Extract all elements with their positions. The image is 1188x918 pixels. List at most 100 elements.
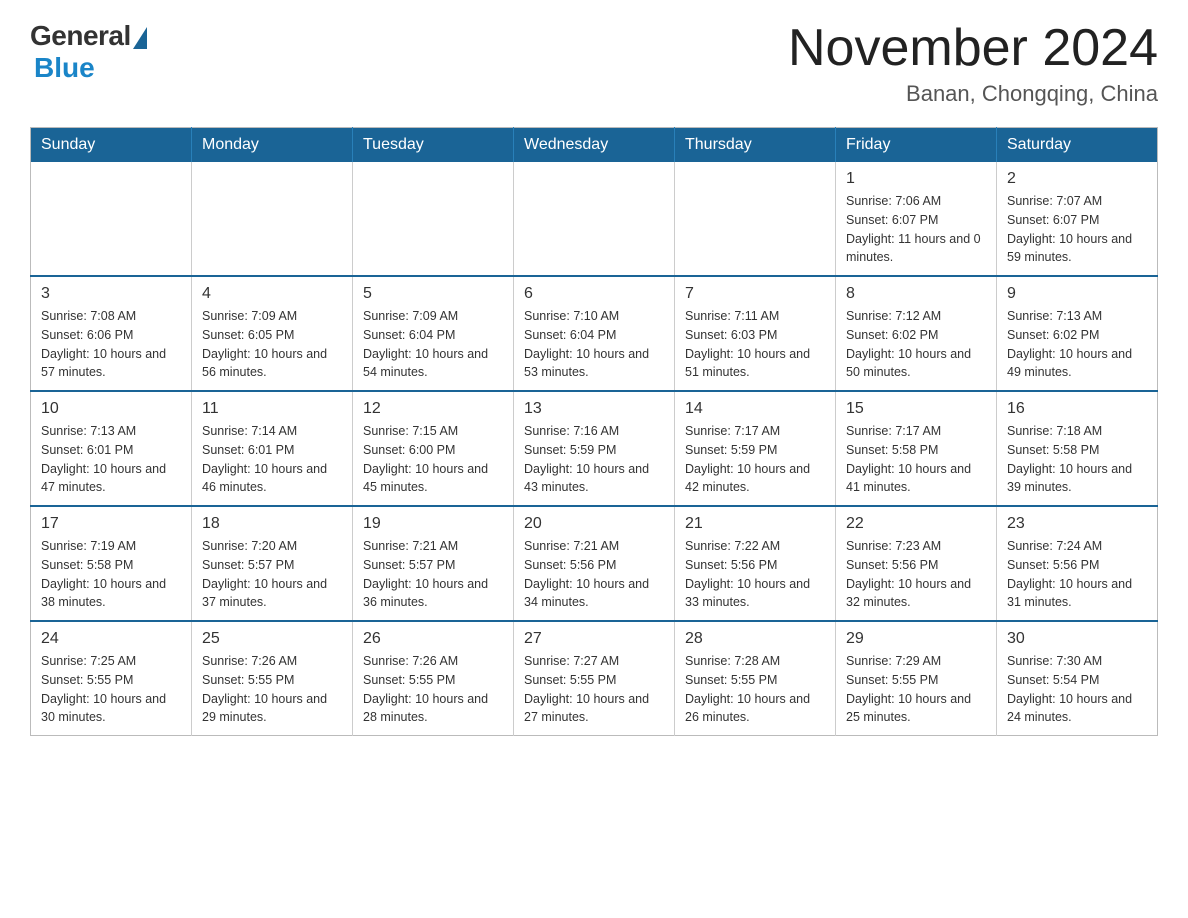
day-info: Sunrise: 7:25 AMSunset: 5:55 PMDaylight:… (41, 652, 181, 727)
day-info: Sunrise: 7:14 AMSunset: 6:01 PMDaylight:… (202, 422, 342, 497)
weekday-header-monday: Monday (192, 128, 353, 163)
day-number: 11 (202, 400, 342, 418)
calendar-day-cell: 28 Sunrise: 7:28 AMSunset: 5:55 PMDayligh… (675, 621, 836, 736)
day-info: Sunrise: 7:15 AMSunset: 6:00 PMDaylight:… (363, 422, 503, 497)
calendar-week-row: 1Sunrise: 7:06 AMSunset: 6:07 PMDaylight… (31, 162, 1158, 276)
calendar-day-cell: 23 Sunrise: 7:24 AMSunset: 5:56 PMDayligh… (997, 506, 1158, 621)
day-number: 24 (41, 630, 181, 648)
weekday-header-wednesday: Wednesday (514, 128, 675, 163)
day-number: 18 (202, 515, 342, 533)
calendar-day-cell: 13 Sunrise: 7:16 AMSunset: 5:59 PMDayligh… (514, 391, 675, 506)
day-number: 29 (846, 630, 986, 648)
day-info: Sunrise: 7:10 AMSunset: 6:04 PMDaylight:… (524, 307, 664, 382)
weekday-header-row: SundayMondayTuesdayWednesdayThursdayFrid… (31, 128, 1158, 163)
day-number: 2 (1007, 170, 1147, 188)
day-info: Sunrise: 7:26 AMSunset: 5:55 PMDaylight:… (202, 652, 342, 727)
day-number: 6 (524, 285, 664, 303)
day-number: 23 (1007, 515, 1147, 533)
page-header: General Blue November 2024 Banan, Chongq… (30, 20, 1158, 107)
calendar-week-row: 17 Sunrise: 7:19 AMSunset: 5:58 PMDayligh… (31, 506, 1158, 621)
logo-triangle-icon (133, 27, 147, 49)
calendar-day-cell: 15 Sunrise: 7:17 AMSunset: 5:58 PMDayligh… (836, 391, 997, 506)
day-info: Sunrise: 7:21 AMSunset: 5:56 PMDaylight:… (524, 537, 664, 612)
day-info: Sunrise: 7:09 AMSunset: 6:04 PMDaylight:… (363, 307, 503, 382)
calendar-day-cell (353, 162, 514, 276)
calendar-day-cell: 9Sunrise: 7:13 AMSunset: 6:02 PMDaylight… (997, 276, 1158, 391)
calendar-week-row: 3 Sunrise: 7:08 AMSunset: 6:06 PMDaylight… (31, 276, 1158, 391)
calendar-day-cell: 17 Sunrise: 7:19 AMSunset: 5:58 PMDayligh… (31, 506, 192, 621)
day-number: 14 (685, 400, 825, 418)
calendar-table: SundayMondayTuesdayWednesdayThursdayFrid… (30, 127, 1158, 736)
calendar-day-cell: 24 Sunrise: 7:25 AMSunset: 5:55 PMDayligh… (31, 621, 192, 736)
day-info: Sunrise: 7:17 AMSunset: 5:58 PMDaylight:… (846, 422, 986, 497)
weekday-header-saturday: Saturday (997, 128, 1158, 163)
day-number: 26 (363, 630, 503, 648)
day-info: Sunrise: 7:20 AMSunset: 5:57 PMDaylight:… (202, 537, 342, 612)
day-info: Sunrise: 7:16 AMSunset: 5:59 PMDaylight:… (524, 422, 664, 497)
day-number: 15 (846, 400, 986, 418)
calendar-day-cell: 20 Sunrise: 7:21 AMSunset: 5:56 PMDayligh… (514, 506, 675, 621)
day-number: 3 (41, 285, 181, 303)
day-info: Sunrise: 7:13 AMSunset: 6:01 PMDaylight:… (41, 422, 181, 497)
day-info: Sunrise: 7:27 AMSunset: 5:55 PMDaylight:… (524, 652, 664, 727)
weekday-header-tuesday: Tuesday (353, 128, 514, 163)
day-number: 16 (1007, 400, 1147, 418)
day-number: 17 (41, 515, 181, 533)
calendar-day-cell: 2Sunrise: 7:07 AMSunset: 6:07 PMDaylight… (997, 162, 1158, 276)
calendar-day-cell: 3 Sunrise: 7:08 AMSunset: 6:06 PMDaylight… (31, 276, 192, 391)
day-number: 10 (41, 400, 181, 418)
day-number: 20 (524, 515, 664, 533)
calendar-day-cell: 4Sunrise: 7:09 AMSunset: 6:05 PMDaylight… (192, 276, 353, 391)
calendar-subtitle: Banan, Chongqing, China (788, 81, 1158, 107)
calendar-day-cell: 5 Sunrise: 7:09 AMSunset: 6:04 PMDaylight… (353, 276, 514, 391)
day-info: Sunrise: 7:29 AMSunset: 5:55 PMDaylight:… (846, 652, 986, 727)
weekday-header-sunday: Sunday (31, 128, 192, 163)
day-number: 5 (363, 285, 503, 303)
calendar-day-cell (192, 162, 353, 276)
day-info: Sunrise: 7:23 AMSunset: 5:56 PMDaylight:… (846, 537, 986, 612)
calendar-day-cell: 8Sunrise: 7:12 AMSunset: 6:02 PMDaylight… (836, 276, 997, 391)
day-info: Sunrise: 7:12 AMSunset: 6:02 PMDaylight:… (846, 307, 986, 382)
calendar-day-cell: 16Sunrise: 7:18 AMSunset: 5:58 PMDayligh… (997, 391, 1158, 506)
calendar-day-cell (31, 162, 192, 276)
day-info: Sunrise: 7:08 AMSunset: 6:06 PMDaylight:… (41, 307, 181, 382)
calendar-day-cell: 14 Sunrise: 7:17 AMSunset: 5:59 PMDayligh… (675, 391, 836, 506)
calendar-day-cell: 30 Sunrise: 7:30 AMSunset: 5:54 PMDayligh… (997, 621, 1158, 736)
weekday-header-friday: Friday (836, 128, 997, 163)
day-info: Sunrise: 7:24 AMSunset: 5:56 PMDaylight:… (1007, 537, 1147, 612)
calendar-day-cell: 18 Sunrise: 7:20 AMSunset: 5:57 PMDayligh… (192, 506, 353, 621)
calendar-week-row: 24 Sunrise: 7:25 AMSunset: 5:55 PMDayligh… (31, 621, 1158, 736)
calendar-day-cell: 22 Sunrise: 7:23 AMSunset: 5:56 PMDayligh… (836, 506, 997, 621)
calendar-day-cell: 12Sunrise: 7:15 AMSunset: 6:00 PMDayligh… (353, 391, 514, 506)
day-info: Sunrise: 7:19 AMSunset: 5:58 PMDaylight:… (41, 537, 181, 612)
calendar-day-cell: 7 Sunrise: 7:11 AMSunset: 6:03 PMDaylight… (675, 276, 836, 391)
day-number: 30 (1007, 630, 1147, 648)
weekday-header-thursday: Thursday (675, 128, 836, 163)
logo-general-text: General (30, 20, 131, 52)
calendar-day-cell: 1Sunrise: 7:06 AMSunset: 6:07 PMDaylight… (836, 162, 997, 276)
day-number: 7 (685, 285, 825, 303)
day-number: 1 (846, 170, 986, 188)
day-info: Sunrise: 7:11 AMSunset: 6:03 PMDaylight:… (685, 307, 825, 382)
day-info: Sunrise: 7:30 AMSunset: 5:54 PMDaylight:… (1007, 652, 1147, 727)
logo: General Blue (30, 20, 147, 84)
day-number: 25 (202, 630, 342, 648)
calendar-day-cell: 29 Sunrise: 7:29 AMSunset: 5:55 PMDayligh… (836, 621, 997, 736)
calendar-day-cell (675, 162, 836, 276)
day-info: Sunrise: 7:17 AMSunset: 5:59 PMDaylight:… (685, 422, 825, 497)
calendar-day-cell: 19 Sunrise: 7:21 AMSunset: 5:57 PMDayligh… (353, 506, 514, 621)
day-number: 22 (846, 515, 986, 533)
day-number: 27 (524, 630, 664, 648)
day-info: Sunrise: 7:28 AMSunset: 5:55 PMDaylight:… (685, 652, 825, 727)
day-number: 19 (363, 515, 503, 533)
day-number: 13 (524, 400, 664, 418)
day-info: Sunrise: 7:13 AMSunset: 6:02 PMDaylight:… (1007, 307, 1147, 382)
title-section: November 2024 Banan, Chongqing, China (788, 20, 1158, 107)
day-number: 28 (685, 630, 825, 648)
day-info: Sunrise: 7:21 AMSunset: 5:57 PMDaylight:… (363, 537, 503, 612)
calendar-day-cell: 25 Sunrise: 7:26 AMSunset: 5:55 PMDayligh… (192, 621, 353, 736)
logo-blue-text: Blue (34, 52, 95, 84)
day-number: 21 (685, 515, 825, 533)
day-number: 4 (202, 285, 342, 303)
day-info: Sunrise: 7:26 AMSunset: 5:55 PMDaylight:… (363, 652, 503, 727)
